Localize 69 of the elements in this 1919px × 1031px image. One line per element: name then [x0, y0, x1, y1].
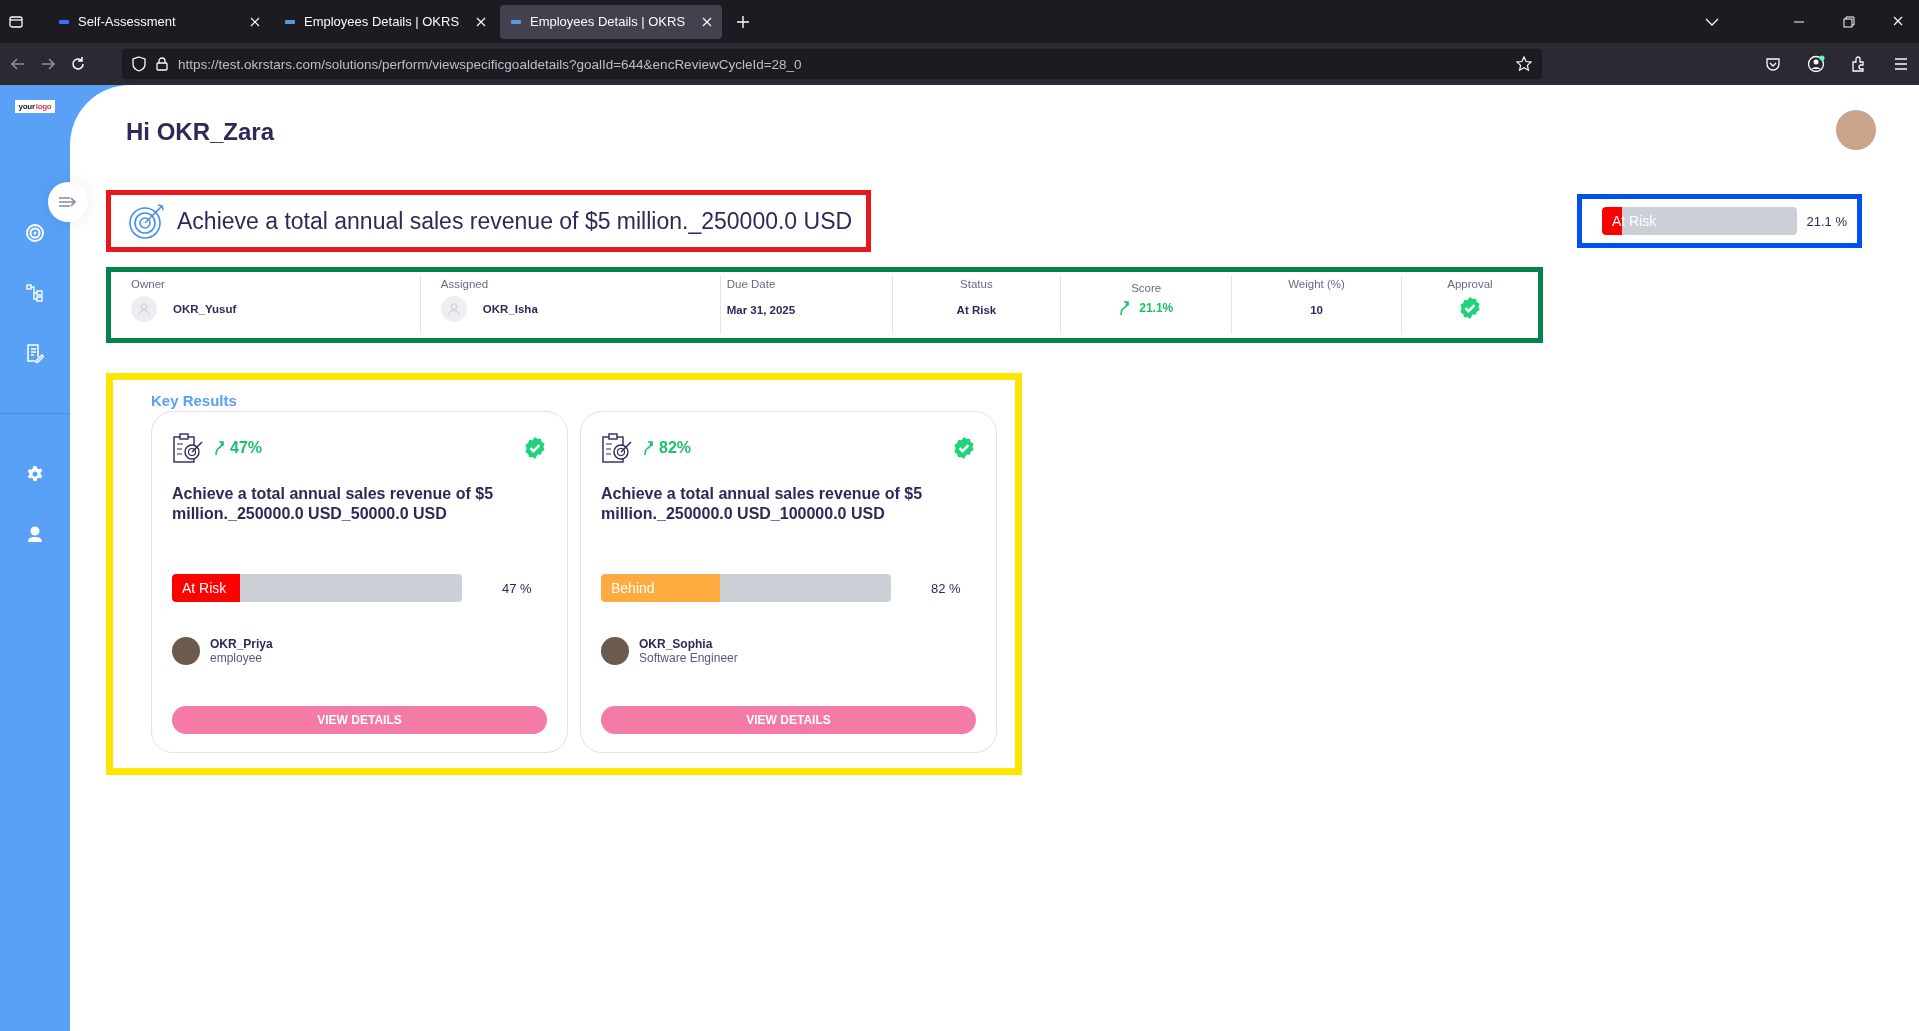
photo-placeholder	[172, 637, 200, 665]
new-tab-icon[interactable]	[736, 14, 750, 29]
key-result-title: Achieve a total annual sales revenue of $5 million._250000.0 USD_50000.0 USD	[172, 484, 495, 524]
tab-close-icon[interactable]	[702, 16, 712, 27]
score-value: 82%	[659, 439, 692, 457]
trend-arrow-icon	[214, 440, 226, 456]
field-value: At Risk	[956, 304, 997, 316]
user-support-icon	[27, 525, 43, 543]
field-label: Owner	[131, 278, 166, 290]
browser-tab[interactable]: Employees Details | OKRS	[274, 4, 496, 39]
photo-placeholder	[601, 637, 629, 665]
goal-title: Achieve a total annual sales revenue of $5 million._250000.0 USD	[177, 207, 853, 235]
status-label: At Risk	[182, 579, 227, 598]
settings-icon	[26, 465, 44, 483]
tab-list-icon[interactable]	[8, 13, 24, 30]
target-arrow-icon	[127, 201, 167, 241]
field-label: Score	[1131, 282, 1162, 294]
status-label: Behind	[611, 579, 655, 598]
clipboard-target-icon	[601, 432, 633, 464]
field-label: Status	[960, 278, 993, 290]
pocket-icon[interactable]	[1765, 56, 1781, 72]
person-role: employee	[210, 651, 264, 665]
extensions-icon[interactable]	[1851, 56, 1867, 72]
reload-icon[interactable]	[70, 56, 86, 72]
sidebar-toggle-button[interactable]	[48, 182, 88, 222]
hierarchy-icon	[26, 284, 44, 302]
field-value: OKR_Isha	[482, 303, 538, 315]
person-name: OKR_Priya	[210, 637, 273, 651]
greeting-heading: Hi OKR_Zara	[126, 117, 275, 146]
field-label: Due Date	[726, 278, 777, 290]
document-edit-icon	[26, 343, 44, 363]
window-close-icon[interactable]	[1893, 16, 1903, 26]
menu-icon[interactable]	[1893, 57, 1909, 71]
browser-tab[interactable]: Self-Assessment	[48, 4, 270, 39]
forward-arrow-icon[interactable]	[40, 56, 56, 72]
trend-arrow-icon	[1119, 300, 1132, 316]
section-heading: Key Results	[151, 392, 238, 409]
tab-close-icon[interactable]	[476, 16, 486, 27]
progress-percent: 82 %	[931, 580, 961, 596]
field-label: Weight (%)	[1288, 278, 1345, 290]
lock-icon	[156, 57, 168, 71]
address-bar[interactable]: https://test.okrstars.com/solutions/perform/viewspecificgoaldetails?goalId=644&encReviewCycleId=28_0	[122, 49, 1542, 79]
person-role: Software Engineer	[639, 651, 738, 665]
bookmark-star-icon[interactable]	[1516, 56, 1532, 72]
clipboard-target-icon	[172, 432, 204, 464]
collapse-arrow-icon	[58, 196, 78, 208]
key-result-title: Achieve a total annual sales revenue of $5 million._250000.0 USD_100000.0 USD	[601, 484, 924, 524]
shield-icon	[132, 56, 146, 72]
browser-tab[interactable]: Employees Details | OKRS	[500, 4, 722, 39]
score-value: 21.1%	[1139, 301, 1174, 315]
target-icon	[25, 223, 45, 243]
progress-percent: 21.1 %	[1806, 213, 1847, 229]
field-value: OKR_Yusuf	[173, 303, 237, 315]
account-icon[interactable]	[1807, 55, 1825, 73]
field-label: Assigned	[440, 278, 490, 290]
chevron-down-icon[interactable]	[1705, 16, 1719, 27]
company-logo: yourlogo	[14, 100, 56, 113]
score-value: 47%	[230, 439, 263, 457]
field-value: 10	[1310, 304, 1323, 316]
tab-close-icon[interactable]	[250, 16, 260, 27]
back-arrow-icon[interactable]	[10, 56, 26, 72]
person-name: OKR_Sophia	[639, 637, 714, 651]
field-value: Mar 31, 2025	[726, 304, 797, 316]
avatar-placeholder-icon	[131, 296, 157, 322]
trend-arrow-icon	[643, 440, 655, 456]
field-label: Approval	[1447, 278, 1493, 290]
progress-percent: 47 %	[502, 580, 532, 596]
avatar-placeholder-icon	[440, 296, 467, 322]
restore-icon[interactable]	[1843, 15, 1855, 28]
